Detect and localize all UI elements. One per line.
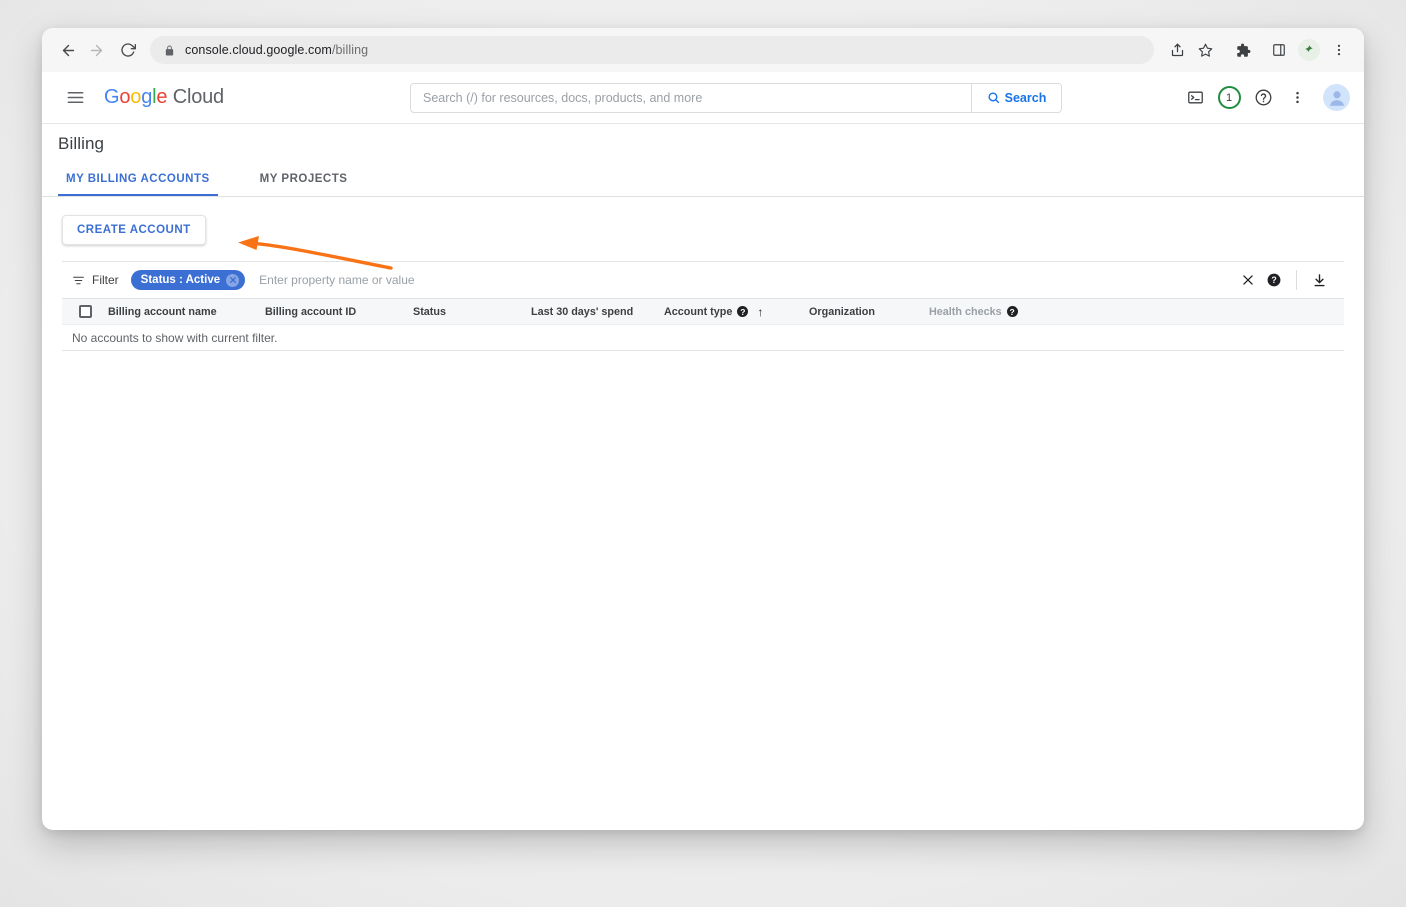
column-label: Billing account name [108,305,217,318]
google-cloud-header: Google Cloud Search 1 [42,72,1364,124]
forward-arrow-icon[interactable] [82,36,110,64]
share-icon[interactable] [1164,37,1190,63]
back-arrow-icon[interactable] [54,36,82,64]
header-actions: 1 [1179,82,1350,114]
help-icon[interactable]: ? [1006,306,1018,317]
column-last-30-days-spend[interactable]: Last 30 days' spend [531,306,664,318]
search-icon [987,91,1000,104]
filter-chip-status-active[interactable]: Status : Active [130,270,246,290]
cloud-shell-icon[interactable] [1179,82,1211,114]
column-label: Account type [664,305,733,318]
filter-label: Filter [92,273,119,287]
help-icon[interactable] [1247,82,1279,114]
side-panel-icon[interactable] [1266,37,1292,63]
tab-label: MY PROJECTS [259,172,348,185]
notifications-button[interactable]: 1 [1213,82,1245,114]
notification-count: 1 [1225,91,1233,104]
browser-window: console.cloud.google.com/billing Google … [42,28,1364,830]
column-account-type[interactable]: Account type ? ↑ [664,305,809,319]
notification-count-badge: 1 [1217,86,1241,109]
search-input[interactable] [411,83,971,112]
clear-x-icon[interactable] [1235,267,1261,293]
toolbar-divider [1296,270,1297,290]
column-label: Status [413,305,446,318]
column-label: Billing account ID [265,305,357,318]
search-button-label: Search [1004,90,1047,105]
column-status[interactable]: Status [413,306,531,318]
help-icon[interactable]: ? [1261,267,1287,293]
page-title-bar: Billing [42,124,1364,164]
help-icon[interactable]: ? [737,306,749,317]
tab-my-projects[interactable]: MY PROJECTS [252,163,356,196]
chip-remove-icon[interactable] [226,273,240,287]
create-account-button[interactable]: CREATE ACCOUNT [62,215,206,245]
table-header-row: Billing account name Billing account ID … [62,299,1344,325]
empty-state-message: No accounts to show with current filter. [62,325,1344,351]
puzzle-icon[interactable] [1230,37,1256,63]
tab-label: MY BILLING ACCOUNTS [66,172,210,185]
filter-bar: Filter Status : Active ? [62,262,1344,299]
search-button[interactable]: Search [971,83,1061,112]
three-dot-menu-icon[interactable] [1281,82,1313,114]
google-cloud-logo[interactable]: Google Cloud [104,86,224,109]
address-bar[interactable]: console.cloud.google.com/billing [150,36,1154,64]
reload-icon[interactable] [114,36,142,64]
three-dot-menu-icon[interactable] [1326,37,1352,63]
svg-text:?: ? [1271,275,1276,285]
page-tabs: MY BILLING ACCOUNTS MY PROJECTS [42,164,1364,197]
filter-input[interactable] [259,273,1235,287]
browser-toolbar: console.cloud.google.com/billing [42,28,1364,72]
page-title: Billing [58,134,105,153]
column-billing-account-name[interactable]: Billing account name [108,306,265,318]
select-all-cell [62,305,108,318]
download-icon[interactable] [1306,267,1332,293]
hamburger-menu-icon[interactable] [58,81,92,115]
filter-chip-label: Status : Active [140,274,221,286]
url-text: console.cloud.google.com/billing [185,43,369,57]
star-icon[interactable] [1192,37,1218,63]
column-label: Organization [809,305,875,318]
tab-my-billing-accounts[interactable]: MY BILLING ACCOUNTS [58,163,218,196]
column-organization[interactable]: Organization [809,306,929,318]
lock-icon [164,44,175,56]
column-health-checks[interactable]: Health checks ? [929,306,1018,318]
profile-avatar-icon[interactable] [1298,39,1320,61]
sort-ascending-icon[interactable]: ↑ [757,305,763,319]
user-avatar-icon[interactable] [1323,84,1350,111]
column-label: Health checks [929,305,1002,318]
column-label: Last 30 days' spend [531,305,634,318]
filter-icon [72,274,85,287]
column-billing-account-id[interactable]: Billing account ID [265,306,413,318]
billing-accounts-table: Filter Status : Active ? [62,261,1344,351]
action-row: CREATE ACCOUNT [42,197,1364,261]
select-all-checkbox[interactable] [78,305,92,318]
filter-control[interactable]: Filter [72,273,119,287]
global-search-bar[interactable]: Search [410,82,1062,113]
